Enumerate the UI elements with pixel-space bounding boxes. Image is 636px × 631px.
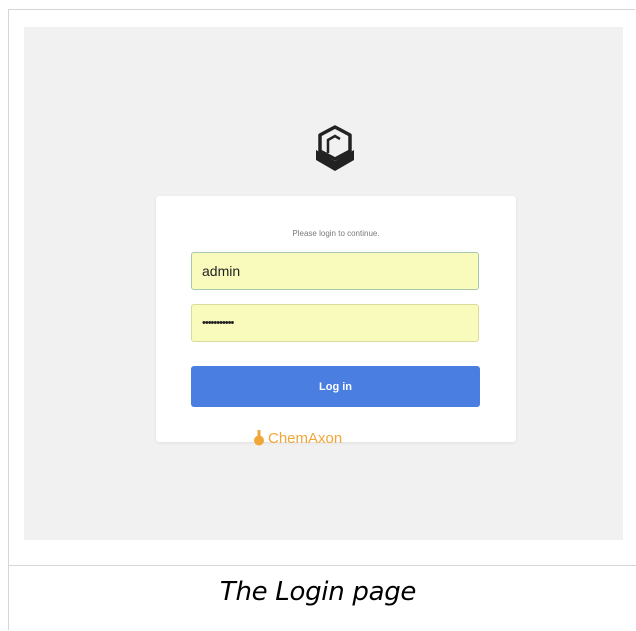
username-input[interactable] bbox=[191, 252, 479, 290]
password-input[interactable] bbox=[191, 304, 479, 342]
login-prompt: Please login to continue. bbox=[292, 229, 380, 238]
login-card: Please login to continue. Log in bbox=[156, 196, 516, 442]
chemaxon-brand: ChemAxon bbox=[253, 429, 342, 447]
cube-logo-icon bbox=[316, 125, 354, 171]
login-screen: Please login to continue. Log in bbox=[24, 27, 623, 540]
figure-caption: The Login page bbox=[219, 577, 417, 607]
brand-name: ChemAxon bbox=[268, 429, 343, 447]
caption-divider bbox=[9, 565, 636, 566]
login-button[interactable]: Log in bbox=[191, 366, 480, 407]
flask-icon bbox=[254, 430, 264, 446]
